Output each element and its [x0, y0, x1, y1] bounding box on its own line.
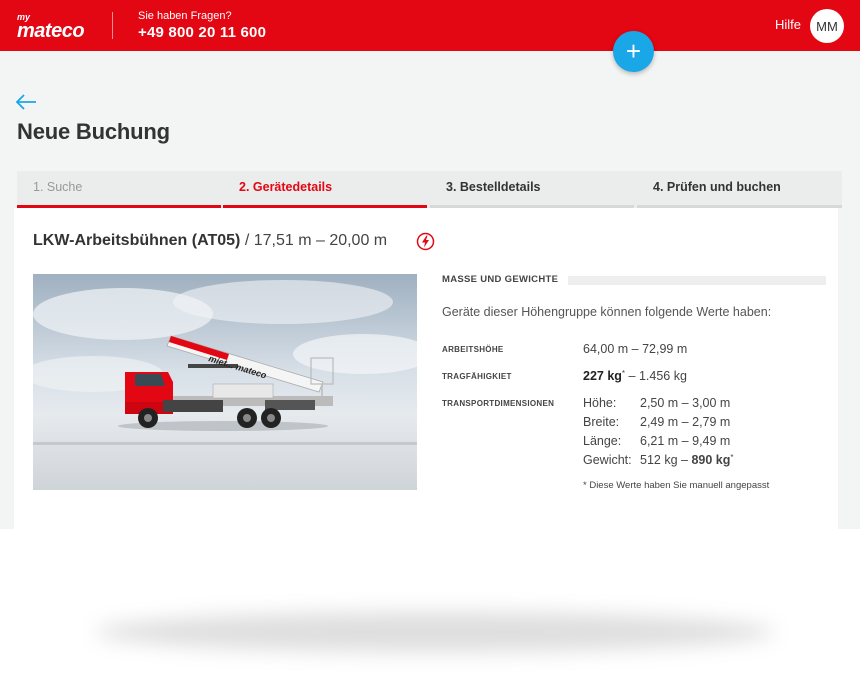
app-header: my mateco Sie haben Fragen? +49 800 20 1…	[0, 0, 860, 51]
section-divider	[568, 276, 826, 285]
step-pruefen-buchen[interactable]: 4. Prüfen und buchen	[637, 171, 842, 208]
gewicht-key: Gewicht:	[583, 453, 632, 467]
header-divider	[112, 12, 113, 39]
help-link[interactable]: Hilfe	[775, 17, 801, 32]
hoehe-key: Höhe:	[583, 396, 617, 410]
contact-label: Sie haben Fragen?	[138, 10, 232, 22]
breite-value: 2,49 m – 2,79 m	[640, 415, 731, 429]
manual-adjust-footnote: * Diese Werte haben Sie manuell angepass…	[583, 480, 770, 491]
gewicht-asterisk: *	[730, 453, 734, 462]
tragfaehigkeit-min: 227 kg	[583, 369, 622, 383]
booking-stepper: 1. Suche 2. Gerätedetails 3. Bestelldeta…	[17, 171, 842, 208]
product-height-range: / 17,51 m – 20,00 m	[240, 232, 388, 249]
product-name: LKW-Arbeitsbühnen (AT05)	[33, 232, 241, 249]
dim-row-gewicht: Gewicht: 512 kg – 890 kg*	[583, 453, 733, 467]
gewicht-max: 890 kg	[691, 453, 731, 467]
specifications-panel: MASSE UND GEWICHTE Geräte dieser Höhengr…	[442, 274, 826, 491]
user-avatar[interactable]: MM	[810, 9, 844, 43]
product-title: LKW-Arbeitsbühnen (AT05) / 17,51 m – 20,…	[33, 232, 387, 250]
dim-row-breite: Breite: 2,49 m – 2,79 m	[583, 415, 730, 429]
gewicht-min: 512 kg –	[640, 453, 692, 467]
device-shadow	[95, 612, 775, 652]
product-card: LKW-Arbeitsbühnen (AT05) / 17,51 m – 20,…	[14, 208, 838, 529]
contact-info: Sie haben Fragen? +49 800 20 11 600	[138, 10, 266, 43]
transport-label: TRANSPORTDIMENSIONEN	[442, 399, 555, 408]
tragfaehigkeit-max: – 1.456 kg	[625, 369, 687, 383]
logo-name-text: mateco	[17, 20, 85, 42]
step-geraetedetails[interactable]: 2. Gerätedetails	[223, 171, 427, 208]
arrow-left-icon[interactable]	[15, 92, 37, 112]
laenge-key: Länge:	[583, 434, 622, 448]
arbeitshoehe-value: 64,00 m – 72,99 m	[583, 342, 688, 356]
section-title: MASSE UND GEWICHTE	[442, 274, 559, 285]
mateco-logo[interactable]: my mateco	[17, 13, 85, 42]
step-bestelldetails[interactable]: 3. Bestelldetails	[430, 171, 634, 208]
lightning-bolt-icon	[416, 232, 435, 251]
add-button[interactable]: +	[613, 31, 654, 72]
product-photo: miet... mateco	[33, 274, 417, 490]
specs-intro: Geräte dieser Höhengruppe können folgend…	[442, 305, 772, 319]
page-title: Neue Buchung	[17, 119, 170, 144]
laenge-value: 6,21 m – 9,49 m	[640, 434, 731, 448]
contact-phone[interactable]: +49 800 20 11 600	[138, 23, 266, 43]
tragfaehigkeit-value: 227 kg* – 1.456 kg	[583, 369, 687, 383]
dim-row-laenge: Länge: 6,21 m – 9,49 m	[583, 434, 730, 448]
arbeitshoehe-label: ARBEITSHÖHE	[442, 345, 504, 354]
step-suche[interactable]: 1. Suche	[17, 171, 221, 208]
dim-row-hoehe: Höhe: 2,50 m – 3,00 m	[583, 396, 730, 410]
tragfaehigkeit-label: TRAGFÄHIGKIET	[442, 372, 512, 381]
hoehe-value: 2,50 m – 3,00 m	[640, 396, 731, 410]
breite-key: Breite:	[583, 415, 620, 429]
section-heading: MASSE UND GEWICHTE	[442, 274, 826, 288]
